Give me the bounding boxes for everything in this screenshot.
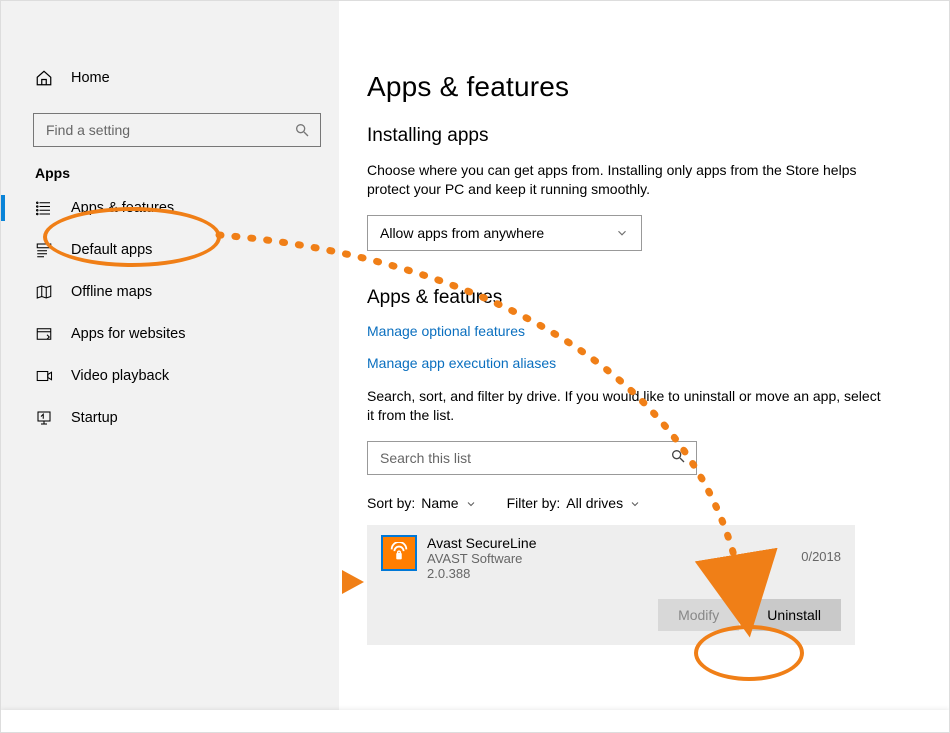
settings-window: Settings Home Apps Apps & features [0, 0, 950, 733]
home-label: Home [71, 70, 110, 86]
main-content: Apps & features Installing apps Choose w… [339, 1, 949, 732]
search-icon [294, 122, 310, 138]
app-publisher: AVAST Software [427, 551, 536, 566]
home-icon [35, 69, 53, 87]
filter-by-value: All drives [566, 495, 623, 511]
sidebar-item-startup[interactable]: Startup [1, 397, 339, 439]
sidebar-label: Video playback [71, 368, 169, 384]
sidebar-item-video-playback[interactable]: Video playback [1, 355, 339, 397]
sidebar-item-apps-websites[interactable]: Apps for websites [1, 313, 339, 355]
sort-by-label: Sort by: [367, 495, 415, 511]
filter-desc: Search, sort, and filter by drive. If yo… [367, 387, 887, 425]
page-title: Apps & features [367, 71, 921, 103]
chevron-down-icon [629, 497, 641, 509]
chevron-down-icon [615, 226, 629, 240]
websites-icon [35, 325, 53, 343]
search-input[interactable] [44, 121, 294, 139]
list-icon [35, 199, 53, 217]
installing-apps-desc: Choose where you can get apps from. Inst… [367, 161, 887, 199]
sidebar: Home Apps Apps & features Default apps [1, 1, 339, 732]
uninstall-button[interactable]: Uninstall [747, 599, 841, 631]
sidebar-search [33, 113, 321, 147]
sidebar-item-apps-features[interactable]: Apps & features [1, 187, 339, 229]
search-icon [670, 448, 686, 467]
sidebar-label: Startup [71, 410, 118, 426]
installing-apps-header: Installing apps [367, 125, 921, 147]
filter-by-control[interactable]: Filter by: All drives [507, 495, 641, 511]
link-manage-execution-aliases[interactable]: Manage app execution aliases [367, 355, 921, 371]
sidebar-label: Offline maps [71, 284, 152, 300]
link-manage-optional-features[interactable]: Manage optional features [367, 323, 921, 339]
sidebar-label: Apps for websites [71, 326, 185, 342]
sort-by-control[interactable]: Sort by: Name [367, 495, 477, 511]
sort-by-value: Name [421, 495, 458, 511]
defaults-icon [35, 241, 53, 259]
startup-icon [35, 409, 53, 427]
apps-features-subheader: Apps & features [367, 287, 921, 309]
app-list-search[interactable] [367, 441, 697, 475]
sidebar-item-default-apps[interactable]: Default apps [1, 229, 339, 271]
filter-by-label: Filter by: [507, 495, 561, 511]
sidebar-label: Default apps [71, 242, 152, 258]
sidebar-label: Apps & features [71, 200, 174, 216]
sort-filter-row: Sort by: Name Filter by: All drives [367, 495, 921, 511]
app-source-value: Allow apps from anywhere [380, 225, 544, 241]
app-version: 2.0.388 [427, 566, 536, 581]
modify-button: Modify [658, 599, 739, 631]
app-icon-avast [381, 535, 417, 571]
app-list-search-input[interactable] [378, 449, 670, 467]
app-install-date: 0/2018 [801, 549, 841, 564]
sidebar-item-offline-maps[interactable]: Offline maps [1, 271, 339, 313]
search-box[interactable] [33, 113, 321, 147]
map-icon [35, 283, 53, 301]
app-list-item[interactable]: Avast SecureLine AVAST Software 2.0.388 … [367, 525, 855, 645]
chevron-down-icon [465, 497, 477, 509]
app-source-dropdown[interactable]: Allow apps from anywhere [367, 215, 642, 251]
sidebar-category: Apps [35, 165, 339, 181]
sidebar-item-home[interactable]: Home [1, 61, 339, 95]
app-name: Avast SecureLine [427, 535, 536, 551]
video-icon [35, 367, 53, 385]
